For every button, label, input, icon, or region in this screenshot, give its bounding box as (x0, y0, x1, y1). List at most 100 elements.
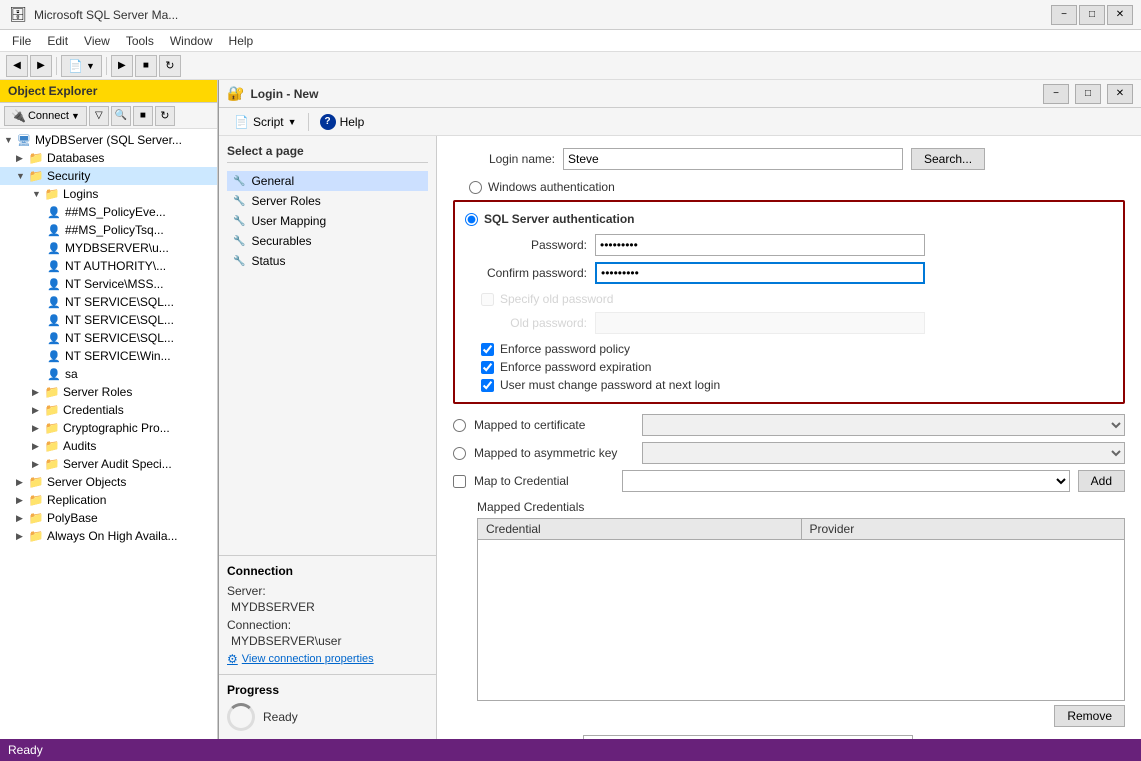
repl-icon: 📁 (28, 492, 44, 508)
new-query-btn[interactable]: 📄 ▼ (61, 55, 102, 77)
view-connection-props-link[interactable]: ⚙ View connection properties (227, 652, 428, 666)
menu-window[interactable]: Window (162, 32, 221, 50)
tree-item-login-1[interactable]: 👤 ##MS_PolicyEve... (0, 203, 217, 221)
enforce-expiration-checkbox[interactable] (481, 361, 494, 374)
mapped-creds-section: Mapped Credentials Credential Provider R… (453, 500, 1125, 727)
login-name-input[interactable] (563, 148, 903, 170)
page-server-roles-label: Server Roles (251, 194, 320, 208)
search-btn[interactable]: Search... (911, 148, 985, 170)
dialog-close-btn[interactable]: ✕ (1107, 84, 1133, 104)
page-user-mapping[interactable]: 🔧 User Mapping (227, 211, 428, 231)
menu-tools[interactable]: Tools (118, 32, 162, 50)
forward-btn[interactable]: ▶ (30, 55, 52, 77)
tree-item-polybase[interactable]: ▶ 📁 PolyBase (0, 509, 217, 527)
app-close-btn[interactable]: ✕ (1107, 5, 1133, 25)
tree-item-alwayson[interactable]: ▶ 📁 Always On High Availa... (0, 527, 217, 545)
page-status[interactable]: 🔧 Status (227, 251, 428, 271)
script-dropdown-icon[interactable]: ▼ (288, 117, 297, 127)
mapped-cert-select[interactable] (642, 414, 1125, 436)
user-must-change-checkbox[interactable] (481, 379, 494, 392)
app-minimize-btn[interactable]: − (1051, 5, 1077, 25)
windows-auth-radio[interactable] (469, 181, 482, 194)
login7-label: NT SERVICE\SQL... (65, 313, 174, 327)
back-btn[interactable]: ◀ (6, 55, 28, 77)
enforce-policy-checkbox[interactable] (481, 343, 494, 356)
tree-item-audits[interactable]: ▶ 📁 Audits (0, 437, 217, 455)
remove-btn[interactable]: Remove (1054, 705, 1125, 727)
dialog-maximize-btn[interactable]: □ (1075, 84, 1101, 104)
oe-stop-btn[interactable]: ■ (133, 106, 153, 126)
tree-item-credentials[interactable]: ▶ 📁 Credentials (0, 401, 217, 419)
mapped-cert-radio[interactable] (453, 419, 466, 432)
refresh-btn[interactable]: ↻ (159, 55, 181, 77)
app-maximize-btn[interactable]: □ (1079, 5, 1105, 25)
sql-auth-label: SQL Server authentication (484, 212, 635, 226)
remove-btn-container: Remove (453, 705, 1125, 727)
confirm-password-input[interactable] (595, 262, 925, 284)
databases-expand-icon: ▶ (16, 153, 28, 164)
logins-label: Logins (63, 187, 98, 201)
oe-filter-btn[interactable]: ▽ (89, 106, 109, 126)
new-query-dropdown[interactable]: ▼ (86, 61, 95, 71)
tree-item-login-6[interactable]: 👤 NT SERVICE\SQL... (0, 293, 217, 311)
poly-label: PolyBase (47, 511, 98, 525)
tree-item-server[interactable]: ▼ 🖥 MyDBServer (SQL Server... (0, 131, 217, 149)
mapped-asym-select[interactable] (642, 442, 1125, 464)
map-to-cred-select[interactable] (622, 470, 1070, 492)
tree-item-crypto[interactable]: ▶ 📁 Cryptographic Pro... (0, 419, 217, 437)
connect-label: Connect (28, 110, 69, 122)
databases-icon: 📁 (28, 150, 44, 166)
app-title: Microsoft SQL Server Ma... (34, 8, 1051, 22)
oe-refresh-btn[interactable]: ↻ (155, 106, 175, 126)
menu-help[interactable]: Help (221, 32, 262, 50)
login1-icon: 👤 (46, 204, 62, 220)
execute-btn[interactable]: ▶ (111, 55, 133, 77)
tree-item-login-7[interactable]: 👤 NT SERVICE\SQL... (0, 311, 217, 329)
page-status-label: Status (251, 254, 285, 268)
menu-edit[interactable]: Edit (39, 32, 76, 50)
password-input[interactable] (595, 234, 925, 256)
page-general[interactable]: 🔧 General (227, 171, 428, 191)
menu-file[interactable]: File (4, 32, 39, 50)
script-btn[interactable]: 📄 Script ▼ (227, 112, 304, 132)
connection-server-value: MYDBSERVER (227, 600, 428, 614)
app-title-bar: 🗄 Microsoft SQL Server Ma... − □ ✕ (0, 0, 1141, 30)
progress-panel: Progress Ready (219, 674, 436, 739)
old-password-input[interactable] (595, 312, 925, 334)
tree-item-server-roles[interactable]: ▶ 📁 Server Roles (0, 383, 217, 401)
tree-item-databases[interactable]: ▶ 📁 Databases (0, 149, 217, 167)
stop-btn[interactable]: ■ (135, 55, 157, 77)
add-btn[interactable]: Add (1078, 470, 1125, 492)
tree-item-replication[interactable]: ▶ 📁 Replication (0, 491, 217, 509)
page-securables[interactable]: 🔧 Securables (227, 231, 428, 251)
connect-dropdown-icon[interactable]: ▼ (71, 111, 80, 121)
tree-item-logins[interactable]: ▼ 📁 Logins (0, 185, 217, 203)
connection-conn-value: MYDBSERVER\user (227, 634, 428, 648)
tree-item-login-9[interactable]: 👤 NT SERVICE\Win... (0, 347, 217, 365)
mapped-asym-radio[interactable] (453, 447, 466, 460)
dialog-window: 🔐 Login - New − □ ✕ 📄 Script ▼ ? Help (218, 80, 1141, 739)
menu-view[interactable]: View (76, 32, 118, 50)
user-must-change-row: User must change password at next login (465, 378, 1113, 392)
tree-item-security[interactable]: ▼ 📁 Security (0, 167, 217, 185)
mapped-cert-row: Mapped to certificate (453, 414, 1125, 436)
tree-item-server-objects[interactable]: ▶ 📁 Server Objects (0, 473, 217, 491)
tree-item-login-2[interactable]: 👤 ##MS_PolicyTsq... (0, 221, 217, 239)
sql-auth-radio[interactable] (465, 213, 478, 226)
specify-old-pw-checkbox[interactable] (481, 293, 494, 306)
oe-connect-btn[interactable]: 🔌 Connect ▼ (4, 106, 87, 126)
tree-item-audit-spec[interactable]: ▶ 📁 Server Audit Speci... (0, 455, 217, 473)
tree-item-login-8[interactable]: 👤 NT SERVICE\SQL... (0, 329, 217, 347)
page-server-roles[interactable]: 🔧 Server Roles (227, 191, 428, 211)
connection-panel: Connection Server: MYDBSERVER Connection… (219, 555, 436, 674)
server-icon: 🖥 (16, 132, 32, 148)
tree-item-login-4[interactable]: 👤 NT AUTHORITY\... (0, 257, 217, 275)
poly-expand-icon: ▶ (16, 513, 28, 524)
tree-item-login-3[interactable]: 👤 MYDBSERVER\u... (0, 239, 217, 257)
map-to-cred-checkbox[interactable] (453, 475, 466, 488)
tree-item-login-sa[interactable]: 👤 sa (0, 365, 217, 383)
dialog-minimize-btn[interactable]: − (1043, 84, 1069, 104)
help-btn[interactable]: ? Help (313, 111, 372, 133)
tree-item-login-5[interactable]: 👤 NT Service\MSS... (0, 275, 217, 293)
oe-filter2-btn[interactable]: 🔍 (111, 106, 131, 126)
